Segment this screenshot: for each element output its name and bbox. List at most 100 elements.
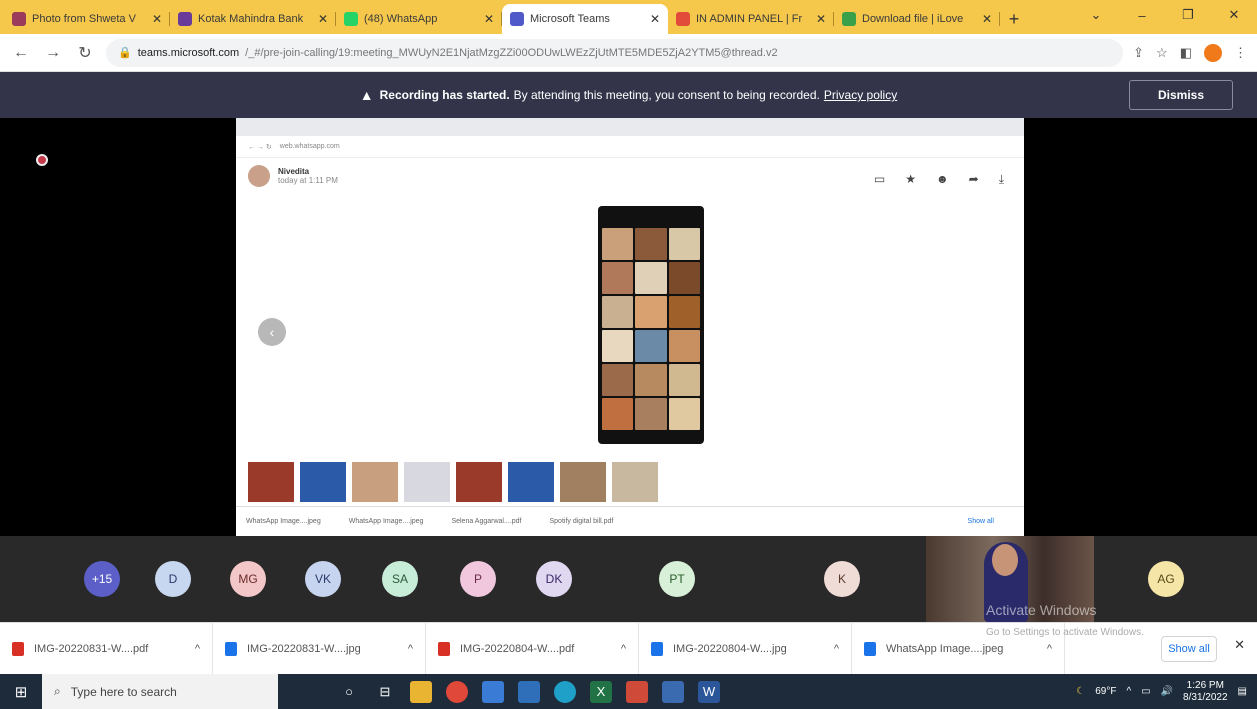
browser-tab[interactable]: (48) WhatsApp ✕: [336, 4, 502, 34]
clock-date: 8/31/2022: [1183, 691, 1228, 703]
download-item[interactable]: IMG-20220831-W....pdf ^: [0, 622, 213, 675]
chevron-up-icon[interactable]: ^: [195, 643, 200, 655]
participant-avatar: PT: [659, 561, 695, 597]
browser-tab[interactable]: IN ADMIN PANEL | Fr ✕: [668, 4, 834, 34]
new-tab-button[interactable]: +: [1000, 4, 1028, 34]
image-tile: [602, 296, 634, 328]
profile-avatar[interactable]: [1204, 43, 1222, 62]
forward-icon: ➦: [968, 172, 979, 186]
participant-tile[interactable]: VK: [303, 536, 343, 622]
shared-download-item: WhatsApp Image....jpeg: [348, 518, 424, 525]
tab-title: Kotak Mahindra Bank: [198, 13, 304, 25]
file-explorer-icon[interactable]: [410, 680, 432, 703]
browser-tab[interactable]: Microsoft Teams ✕: [502, 4, 668, 34]
browser-menu-icon[interactable]: ⋮: [1234, 45, 1247, 61]
side-panel-icon[interactable]: ◧: [1180, 45, 1192, 61]
chevron-up-icon[interactable]: ^: [834, 643, 839, 655]
download-item[interactable]: IMG-20220804-W....pdf ^: [426, 622, 639, 675]
media-thumbnail: [508, 462, 554, 502]
download-item[interactable]: IMG-20220831-W....jpg ^: [213, 622, 426, 675]
image-tile: [635, 228, 667, 260]
previous-media-icon: ‹: [258, 318, 286, 346]
media-thumbnail: [300, 462, 346, 502]
tab-title: Microsoft Teams: [530, 13, 610, 25]
browser-tab[interactable]: Download file | iLove ✕: [834, 4, 1000, 34]
tab-close-icon[interactable]: ✕: [650, 12, 660, 26]
share-icon[interactable]: ⇪: [1133, 45, 1144, 61]
participant-avatar: MG: [230, 561, 266, 597]
taskbar-search[interactable]: ⌕ Type here to search: [42, 674, 278, 709]
notification-icon[interactable]: ▤: [1238, 686, 1247, 697]
chrome-icon[interactable]: [446, 680, 468, 703]
url-path: /_#/pre-join-calling/19:meeting_MWUyN2E1…: [245, 46, 778, 59]
windows-start-icon[interactable]: ⊞: [0, 674, 42, 709]
volume-icon[interactable]: 🔊: [1161, 686, 1173, 697]
image-tile: [602, 262, 634, 294]
reload-icon[interactable]: ↻: [74, 43, 96, 63]
taskbar-apps: ○ ⊟ X W: [338, 680, 720, 703]
participant-tile[interactable]: +15: [82, 536, 122, 622]
shared-download-item: WhatsApp Image....jpeg: [246, 518, 321, 525]
privacy-policy-link[interactable]: Privacy policy: [824, 88, 897, 102]
tab-close-icon[interactable]: ✕: [484, 12, 494, 26]
download-list: IMG-20220831-W....pdf ^ IMG-20220831-W..…: [0, 622, 1065, 675]
word-icon[interactable]: W: [698, 680, 720, 703]
edge-icon[interactable]: [554, 680, 576, 703]
shared-nav-icon: ← → ↻: [248, 143, 272, 151]
close-shelf-icon[interactable]: ✕: [1234, 637, 1245, 653]
mail-icon[interactable]: [518, 680, 540, 703]
participant-tile[interactable]: DK: [534, 536, 574, 622]
participant-tile[interactable]: K: [822, 536, 862, 622]
media-thumbnail: [248, 462, 294, 502]
chevron-up-icon[interactable]: ^: [408, 643, 413, 655]
sender-name: Nivedita: [278, 167, 310, 176]
chevron-up-icon[interactable]: ^: [1047, 643, 1052, 655]
dismiss-button[interactable]: Dismiss: [1129, 80, 1233, 110]
phone-screenshot: [598, 206, 704, 444]
participant-tile[interactable]: MG: [228, 536, 268, 622]
paint-icon[interactable]: [626, 680, 648, 703]
tab-close-icon[interactable]: ✕: [982, 12, 992, 26]
browser-tab[interactable]: Kotak Mahindra Bank ✕: [170, 4, 336, 34]
shared-tab-strip: [236, 118, 1024, 136]
forward-icon[interactable]: →: [42, 44, 64, 62]
tab-close-icon[interactable]: ✕: [152, 12, 162, 26]
image-tile: [602, 330, 634, 362]
cortana-icon[interactable]: ○: [338, 681, 360, 703]
excel-icon[interactable]: X: [590, 680, 612, 703]
participant-tile[interactable]: AG: [1146, 536, 1186, 622]
back-icon[interactable]: ←: [10, 44, 32, 62]
close-window-button[interactable]: ✕: [1211, 0, 1257, 30]
url-field[interactable]: 🔒 teams.microsoft.com /_#/pre-join-callin…: [106, 38, 1124, 67]
clock[interactable]: 1:26 PM 8/31/2022: [1183, 680, 1228, 704]
bookmark-star-icon[interactable]: ☆: [1156, 45, 1168, 61]
image-tile: [635, 296, 667, 328]
participant-tile[interactable]: PT: [657, 536, 697, 622]
participant-tile[interactable]: P: [458, 536, 498, 622]
download-name: IMG-20220831-W....jpg: [247, 642, 361, 655]
tab-close-icon[interactable]: ✕: [816, 12, 826, 26]
minimize-button[interactable]: –: [1119, 0, 1165, 30]
network-icon[interactable]: ▭: [1141, 686, 1150, 697]
browser-tab[interactable]: Photo from Shweta V ✕: [4, 4, 170, 34]
media-thumbnail: [456, 462, 502, 502]
participant-tile[interactable]: D: [153, 536, 193, 622]
store-icon[interactable]: [482, 680, 504, 703]
restore-button[interactable]: ❐: [1165, 0, 1211, 30]
image-tile: [668, 398, 700, 430]
chevron-up-icon[interactable]: ^: [621, 643, 626, 655]
show-all-button[interactable]: Show all: [1161, 636, 1217, 662]
participant-avatar: D: [155, 561, 191, 597]
media-thumbnail: [404, 462, 450, 502]
meeting-stage: ← → ↻ web.whatsapp.com Nivedita today at…: [0, 118, 1257, 536]
image-tile: [668, 364, 700, 396]
download-item[interactable]: IMG-20220804-W....jpg ^: [639, 622, 852, 675]
tab-search-icon[interactable]: ⌄: [1073, 0, 1119, 30]
photos-icon[interactable]: [662, 680, 684, 703]
tab-close-icon[interactable]: ✕: [318, 12, 328, 26]
task-view-icon[interactable]: ⊟: [374, 681, 396, 703]
participant-tile[interactable]: SA: [380, 536, 420, 622]
tab-title: (48) WhatsApp: [364, 13, 438, 25]
tray-chevron-icon[interactable]: ^: [1126, 686, 1131, 697]
tab-list: Photo from Shweta V ✕ Kotak Mahindra Ban…: [0, 4, 1000, 34]
